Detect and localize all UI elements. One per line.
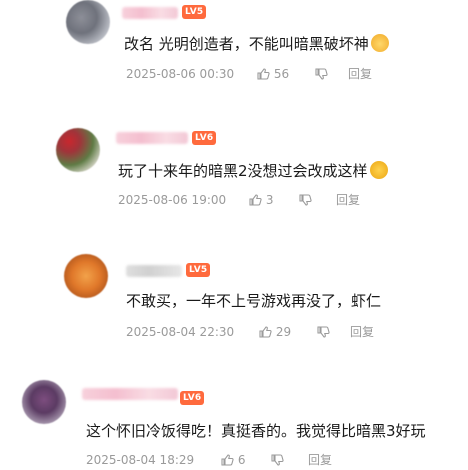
thumbs-up-icon [257,68,270,80]
comment-text: 不敢买，一年不上号游戏再没了，虾仁 [126,291,381,311]
thumbs-up-icon [221,454,234,466]
level-badge: LV5 [182,5,207,19]
thumbs-down-icon [317,326,330,338]
reply-button[interactable]: 回复 [348,66,372,82]
username-blurred[interactable] [122,7,178,19]
thumbs-down-icon [271,454,284,466]
level-badge: LV5 [186,263,211,277]
like-button[interactable]: 29 [258,324,291,340]
avatar[interactable] [56,128,100,172]
level-badge: LV6 [180,391,205,405]
like-button[interactable]: 56 [256,66,289,82]
like-count: 56 [273,67,290,81]
username-blurred[interactable] [126,265,182,277]
comment-text-content: 不敢买，一年不上号游戏再没了，虾仁 [126,292,382,310]
cat-face-emoji [370,34,389,52]
comment-text: 改名 光明创造者，不能叫暗黑破坏神 [124,34,389,54]
comment-meta: 2025-08-04 22:30 29 回复 [126,324,456,340]
comment-text: 玩了十来年的暗黑2没想过会改成这样 [118,161,388,181]
like-count: 29 [275,325,292,339]
timestamp: 2025-08-04 22:30 [126,325,235,339]
dislike-button[interactable] [270,452,284,468]
comment-meta: 2025-08-06 19:00 3 回复 [118,192,448,208]
like-button[interactable]: 6 [220,452,245,468]
reply-button[interactable]: 回复 [350,324,374,340]
timestamp: 2025-08-04 18:29 [86,453,195,467]
username-blurred[interactable] [82,388,178,400]
like-count: 6 [237,453,246,467]
like-button[interactable]: 3 [248,192,273,208]
username-blurred[interactable] [116,132,188,144]
thumbs-up-icon [249,194,262,206]
thumbs-down-icon [299,194,312,206]
comment-text: 这个怀旧冷饭得吃！真挺香的。我觉得比暗黑3好玩 [86,421,426,441]
comment-text-content: 玩了十来年的暗黑2没想过会改成这样 [118,162,368,180]
ok-hand-emoji [369,161,388,179]
dislike-button[interactable] [314,66,328,82]
reply-button[interactable]: 回复 [308,452,332,468]
level-badge: LV6 [192,131,217,145]
thumbs-up-icon [259,326,272,338]
avatar[interactable] [64,254,108,298]
timestamp: 2025-08-06 00:30 [126,67,235,81]
comment-meta: 2025-08-04 18:29 6 回复 [86,452,446,468]
avatar[interactable] [66,0,110,44]
comment-text-content: 这个怀旧冷饭得吃！真挺香的。我觉得比暗黑3好玩 [86,422,426,440]
dislike-button[interactable] [316,324,330,340]
timestamp: 2025-08-06 19:00 [118,193,227,207]
thumbs-down-icon [315,68,328,80]
comment-text-content: 改名 光明创造者，不能叫暗黑破坏神 [124,35,369,53]
dislike-button[interactable] [298,192,312,208]
comment-meta: 2025-08-06 00:30 56 回复 [126,66,456,82]
reply-button[interactable]: 回复 [336,192,360,208]
like-count: 3 [265,193,274,207]
avatar[interactable] [22,380,66,424]
